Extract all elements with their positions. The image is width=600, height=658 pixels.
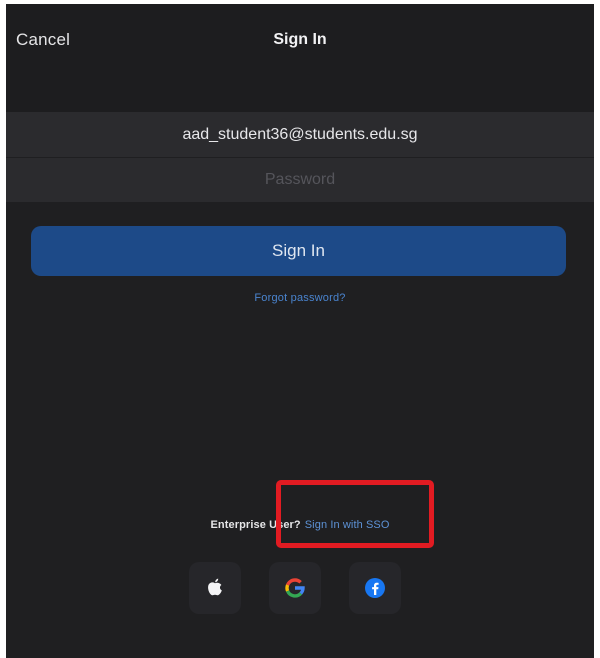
apple-icon xyxy=(208,578,222,596)
enterprise-question: Enterprise User? xyxy=(210,519,301,531)
sign-in-with-sso-link[interactable]: Sign In with SSO xyxy=(305,519,390,531)
highlight-box xyxy=(276,480,434,548)
page-title: Sign In xyxy=(273,31,327,48)
credentials-form xyxy=(6,112,594,202)
facebook-icon xyxy=(365,578,385,598)
sign-in-screen: Cancel Sign In Sign In Forgot password? … xyxy=(6,4,594,658)
sign-in-button[interactable]: Sign In xyxy=(31,226,566,276)
enterprise-sso-row: Enterprise User? Sign In with SSO xyxy=(6,519,594,531)
navigation-bar: Cancel Sign In xyxy=(6,4,594,112)
apple-sign-in-button[interactable] xyxy=(189,562,241,614)
google-icon xyxy=(285,578,305,598)
email-field[interactable] xyxy=(6,112,594,157)
google-sign-in-button[interactable] xyxy=(269,562,321,614)
password-field[interactable] xyxy=(6,157,594,202)
bottom-area xyxy=(6,632,594,658)
forgot-password-link[interactable]: Forgot password? xyxy=(6,292,594,304)
facebook-sign-in-button[interactable] xyxy=(349,562,401,614)
